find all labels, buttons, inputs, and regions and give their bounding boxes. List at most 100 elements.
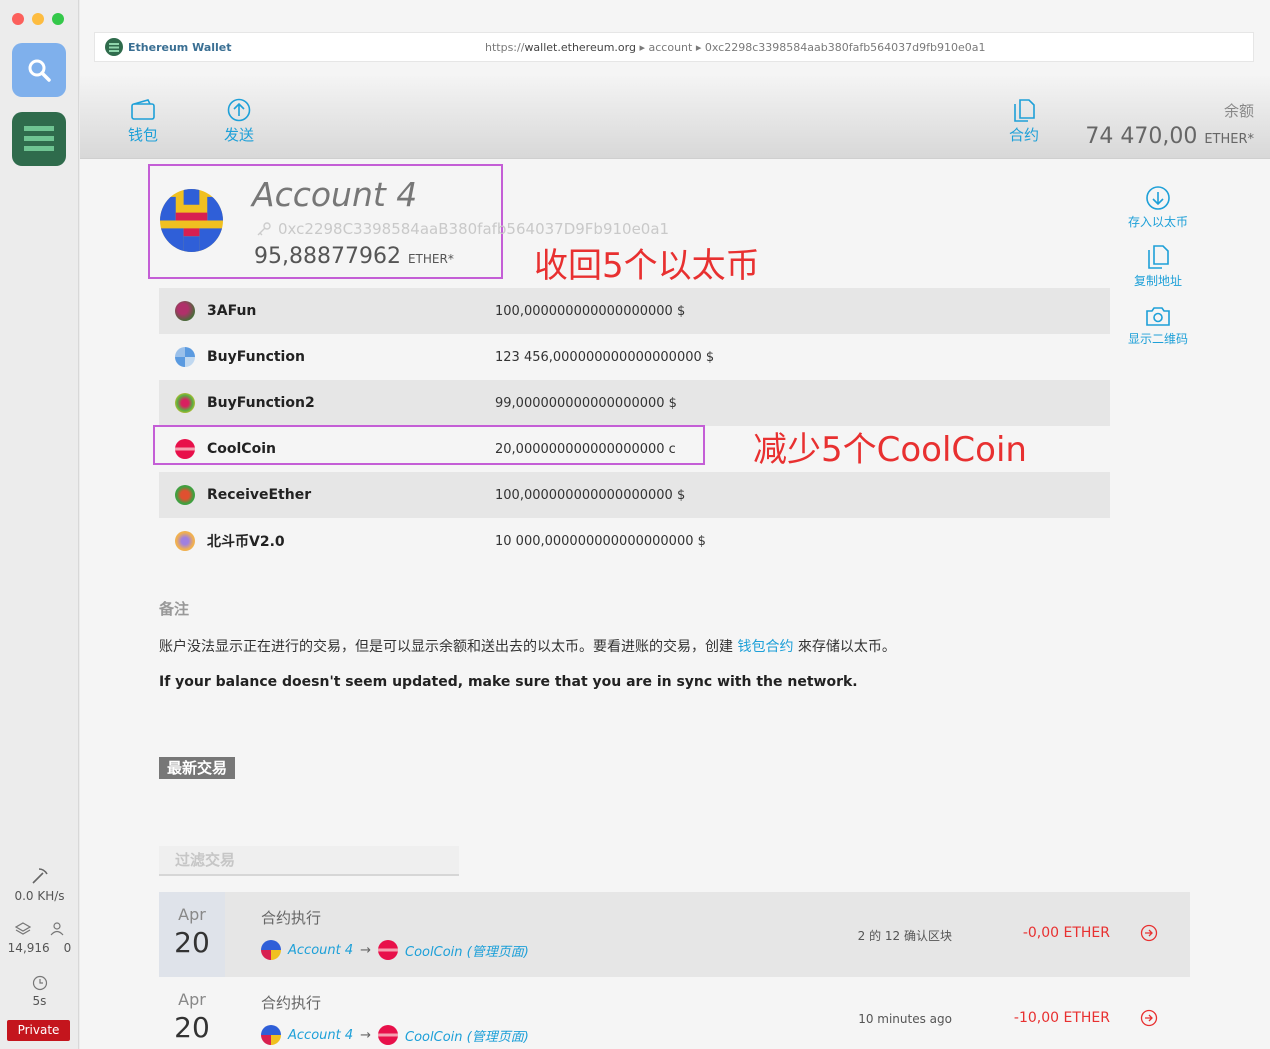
token-name: BuyFunction2 (207, 395, 315, 411)
peers-icon (50, 922, 63, 936)
arrow-up-circle-icon (227, 98, 251, 122)
copy-address-label: 复制地址 (1133, 274, 1182, 288)
token-row[interactable]: 3AFun 100,000000000000000000 $ (159, 288, 1110, 334)
block-number: 14,916 (7, 941, 50, 955)
note-heading: 备注 (159, 600, 190, 618)
nav-wallets[interactable]: 钱包 (113, 98, 173, 145)
nav-send-label: 发送 (223, 126, 254, 144)
ethereum-logo-icon (105, 38, 123, 56)
coolcoin-avatar-small (378, 1025, 399, 1045)
token-value: 99,000000000000000000 $ (495, 395, 677, 411)
clock-icon (0, 975, 79, 994)
show-qr-button[interactable]: 显示二维码 (1120, 304, 1196, 347)
contract-icon (1014, 99, 1035, 122)
transaction-parties: Account 4 → CoolCoin (管理页面) (261, 1025, 529, 1045)
wallet-contract-link[interactable]: 钱包合约 (737, 639, 793, 655)
token-row[interactable]: 北斗币V2.0 10 000,000000000000000000 $ (159, 518, 1110, 564)
mining-icon (0, 866, 79, 889)
arrow-right-circle-icon (1140, 1009, 1158, 1027)
transaction-day: 20 (174, 1011, 210, 1044)
dock-search-button[interactable] (12, 43, 66, 97)
layers-icon (14, 922, 31, 935)
transaction-row[interactable]: Apr 20 合约执行 Account 4 → CoolCoin (管理页面) … (159, 977, 1190, 1049)
transaction-from-link[interactable]: Account 4 (288, 943, 353, 958)
nav-contracts-label: 合约 (1008, 126, 1039, 144)
transaction-details-button[interactable] (1140, 1009, 1158, 1031)
camera-icon (1146, 307, 1170, 326)
brand-name: Ethereum Wallet (128, 40, 232, 54)
coolcoin-avatar-small (378, 940, 399, 960)
key-icon (257, 222, 271, 236)
deposit-ether-label: 存入以太币 (1127, 215, 1188, 229)
transaction-month: Apr (178, 905, 206, 924)
account-avatar-small (261, 1025, 281, 1045)
hashrate-value: 0.0 KH/s (14, 889, 65, 903)
transaction-date: Apr 20 (159, 977, 225, 1049)
transaction-date: Apr 20 (159, 892, 225, 977)
token-buyfunction2-icon (175, 393, 195, 413)
transaction-details-button[interactable] (1140, 924, 1158, 946)
arrow-right-icon: → (360, 942, 372, 958)
token-value: 100,000000000000000000 $ (495, 487, 686, 503)
transaction-from-link[interactable]: Account 4 (288, 1028, 353, 1043)
account-name: Account 4 (252, 175, 418, 214)
transaction-to-link[interactable]: CoolCoin (管理页面) (405, 1026, 529, 1045)
transaction-parties: Account 4 → CoolCoin (管理页面) (261, 940, 529, 960)
nav-contracts[interactable]: 合约 (994, 98, 1054, 145)
arrow-right-circle-icon (1140, 924, 1158, 942)
token-receiveether-icon (175, 485, 195, 505)
chevron-right-icon: ▸ (695, 40, 702, 54)
url-bar[interactable]: Ethereum Wallet https://wallet.ethereum.… (94, 32, 1254, 62)
token-name: 3AFun (207, 303, 257, 319)
transaction-amount: -10,00 ETHER (1013, 1010, 1110, 1026)
main-content: Ethereum Wallet https://wallet.ethereum.… (80, 0, 1270, 1049)
minimize-window-button[interactable] (32, 13, 44, 25)
token-3afun-icon (175, 301, 195, 321)
transaction-status: 2 的 12 确认区块 (857, 929, 952, 943)
transaction-title: 合约执行 (261, 994, 322, 1012)
token-beidou-icon (175, 531, 195, 551)
url-text: https://wallet.ethereum.org ▸ account ▸ … (485, 41, 986, 54)
account-avatar (160, 189, 223, 252)
token-value: 10 000,000000000000000000 $ (495, 533, 706, 549)
window-controls (12, 13, 64, 25)
token-value: 100,000000000000000000 $ (495, 303, 686, 319)
account-balance-unit: ETHER* (407, 252, 454, 266)
dock-wallet-button[interactable] (12, 112, 66, 166)
total-balance-label: 余额 (1223, 102, 1254, 120)
arrow-right-icon: → (360, 1027, 372, 1043)
account-address[interactable]: 0xc2298C3398584aaB380fafb564037D9Fb910e0… (256, 220, 669, 238)
token-name: 北斗币V2.0 (207, 534, 285, 550)
token-name: BuyFunction (207, 349, 305, 365)
transaction-title: 合约执行 (261, 909, 322, 927)
filter-transactions-input[interactable] (159, 846, 459, 876)
account-avatar-small (261, 940, 281, 960)
url-path-account: account (648, 40, 693, 54)
arrow-down-circle-icon (1146, 186, 1170, 210)
token-row[interactable]: BuyFunction2 99,000000000000000000 $ (159, 380, 1110, 426)
token-value: 123 456,000000000000000000 $ (495, 349, 715, 365)
transaction-to-link[interactable]: CoolCoin (管理页面) (405, 941, 529, 960)
note-text-after: 來存储以太币。 (793, 639, 896, 655)
latest-transactions-heading: 最新交易 (159, 757, 236, 779)
wallet-icon (131, 99, 155, 120)
sidebar-dock: 0.0 KH/s 14,916 0 5s Private (0, 0, 79, 1049)
copy-address-button[interactable]: 复制地址 (1120, 244, 1196, 289)
deposit-ether-button[interactable]: 存入以太币 (1120, 185, 1196, 230)
sync-note: If your balance doesn't seem updated, ma… (159, 674, 858, 690)
total-balance-value: 74 470,00 (1085, 124, 1198, 149)
app-window: 0.0 KH/s 14,916 0 5s Private Ethereum Wa… (0, 0, 1270, 1049)
note-text-before: 账户没法显示正在进行的交易，但是可以显示余额和送出去的以太币。要看进账的交易，创… (159, 639, 738, 655)
peer-count: 0 (63, 941, 72, 955)
total-balance: 74 470,00 ETHER* (1085, 124, 1254, 149)
nav-send[interactable]: 发送 (209, 98, 269, 145)
maximize-window-button[interactable] (52, 13, 64, 25)
annotation-coolcoin: 减少5个CoolCoin (753, 430, 1027, 470)
token-row[interactable]: BuyFunction 123 456,000000000000000000 $ (159, 334, 1110, 380)
network-badge: Private (7, 1020, 70, 1041)
transaction-row[interactable]: Apr 20 合约执行 Account 4 → CoolCoin (管理页面) … (159, 892, 1190, 977)
top-navigation: 钱包 发送 合约 余额 74 470,00 ETHER* (80, 76, 1270, 159)
token-name: ReceiveEther (207, 487, 312, 503)
token-row[interactable]: ReceiveEther 100,000000000000000000 $ (159, 472, 1110, 518)
close-window-button[interactable] (12, 13, 24, 25)
